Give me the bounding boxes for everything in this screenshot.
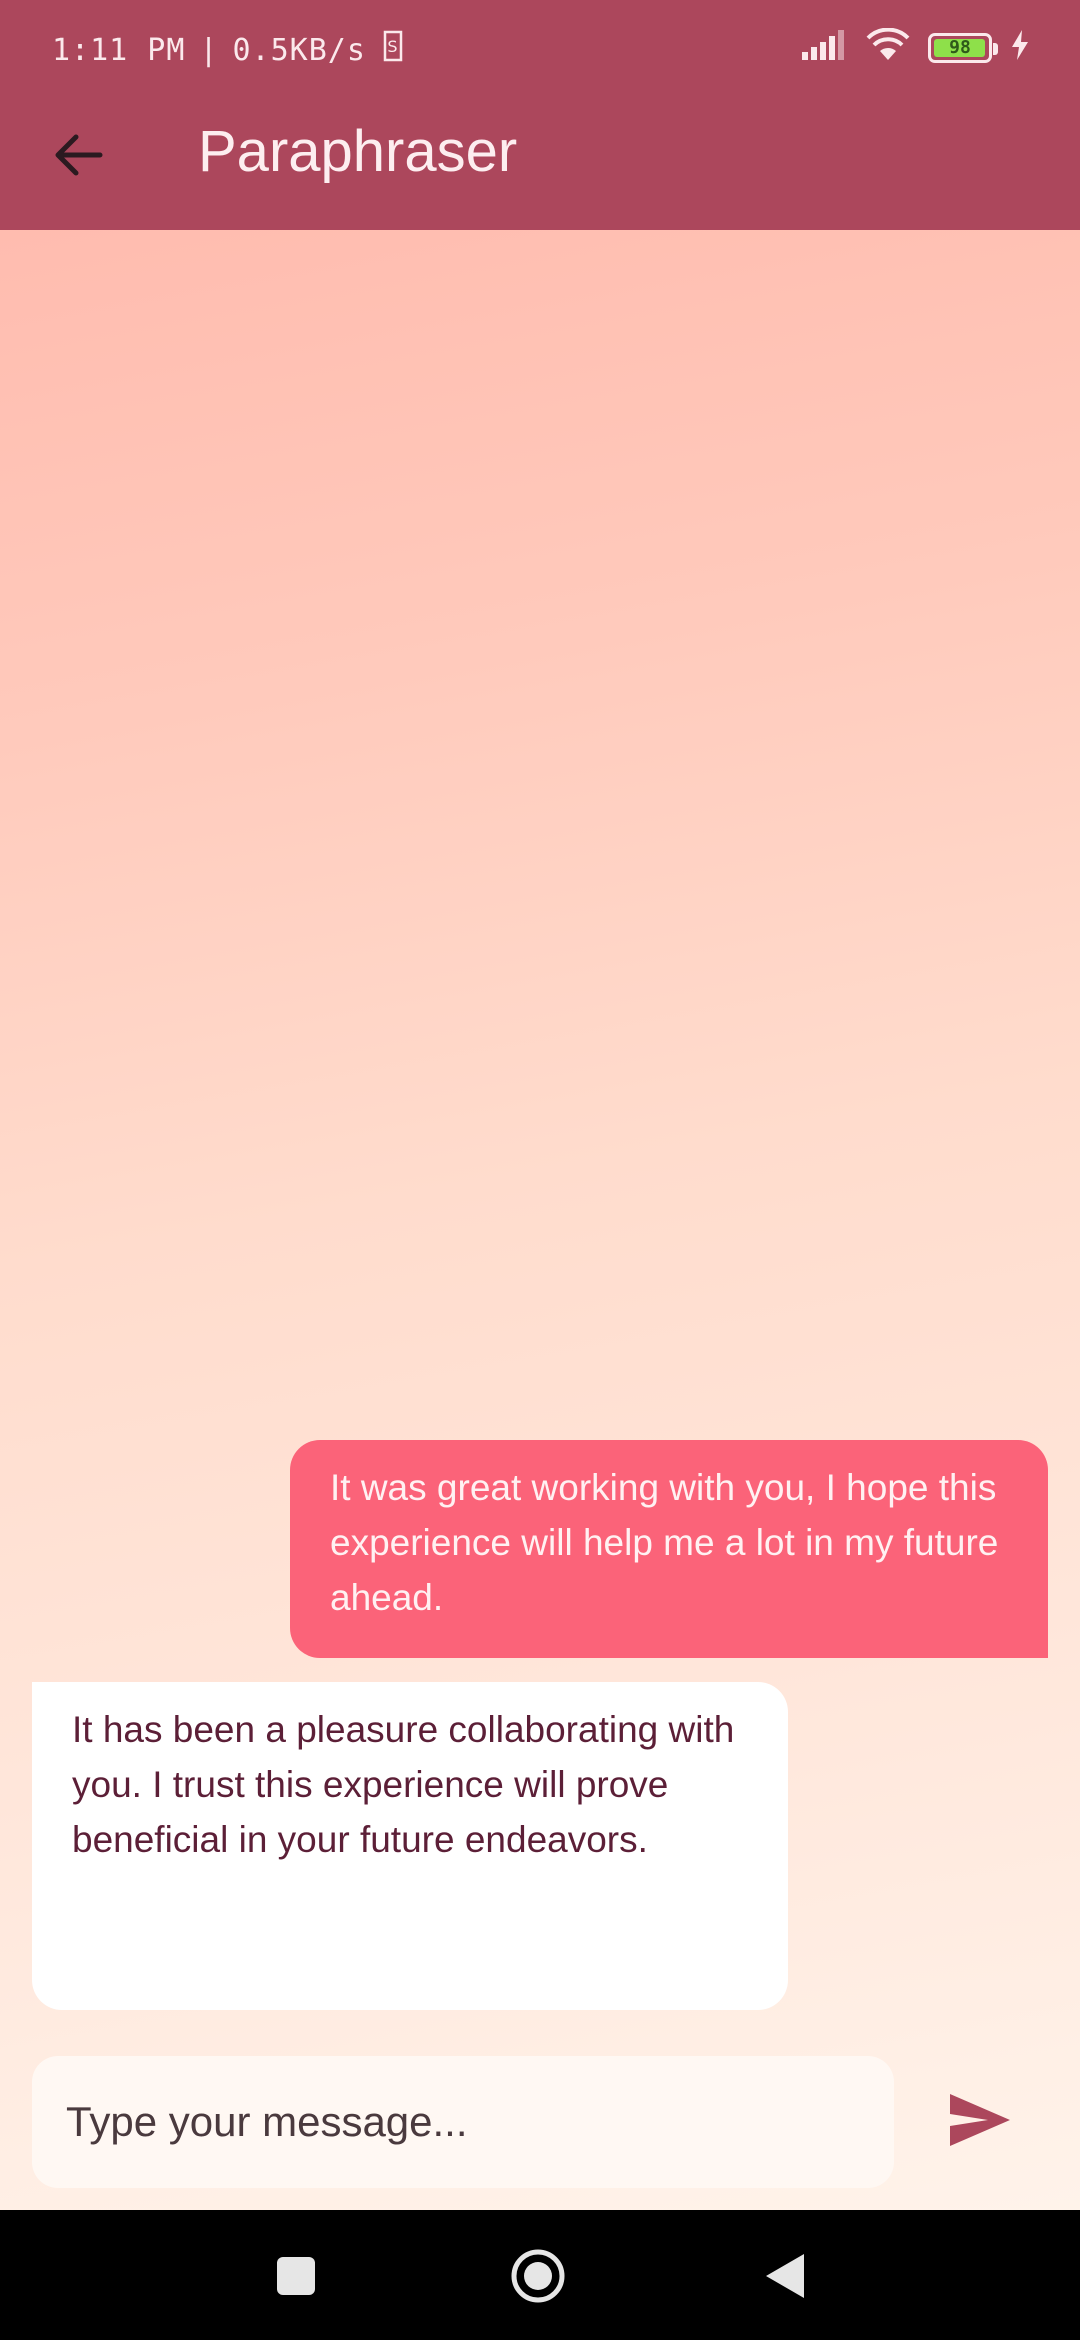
battery-icon: 98 <box>928 32 998 63</box>
recents-icon <box>276 2256 316 2301</box>
home-button[interactable] <box>510 2248 566 2309</box>
status-separator: | <box>199 32 219 68</box>
screen: 1:11 PM | 0.5KB/s S 98 Paraphraser It wa… <box>0 0 1080 2340</box>
app-bar: Paraphraser <box>0 98 1080 230</box>
back-triangle-icon <box>762 2252 806 2305</box>
nav-bar <box>0 2210 1080 2340</box>
recents-button[interactable] <box>268 2250 324 2306</box>
back-button[interactable] <box>40 120 114 194</box>
header: 1:11 PM | 0.5KB/s S 98 Paraphraser <box>0 0 1080 230</box>
svg-text:S: S <box>387 37 398 56</box>
bot-message-bubble: It has been a pleasure collaborating wit… <box>32 1682 788 2010</box>
status-bar: 1:11 PM | 0.5KB/s S 98 <box>0 0 1080 98</box>
chat-area[interactable]: It was great working with you, I hope th… <box>0 230 1080 2210</box>
wifi-icon <box>866 27 910 67</box>
page-title: Paraphraser <box>198 119 518 184</box>
battery-cap <box>993 42 998 55</box>
arrow-left-icon <box>50 131 104 184</box>
send-icon <box>948 2092 1012 2153</box>
home-icon <box>510 2248 566 2309</box>
message-input[interactable] <box>32 2056 894 2188</box>
user-message-bubble: It was great working with you, I hope th… <box>290 1440 1048 1658</box>
battery-level: 98 <box>949 37 971 58</box>
charging-icon <box>1010 30 1030 65</box>
nav-back-button[interactable] <box>756 2250 812 2306</box>
send-button[interactable] <box>940 2084 1020 2160</box>
status-right: 98 <box>800 27 1030 67</box>
network-speed: 0.5KB/s <box>232 32 366 68</box>
composer <box>32 2056 1050 2188</box>
status-time: 1:11 PM <box>52 32 186 68</box>
signal-icon <box>800 30 848 65</box>
sim-icon: S <box>380 30 406 70</box>
status-left: 1:11 PM | 0.5KB/s S <box>52 30 406 70</box>
